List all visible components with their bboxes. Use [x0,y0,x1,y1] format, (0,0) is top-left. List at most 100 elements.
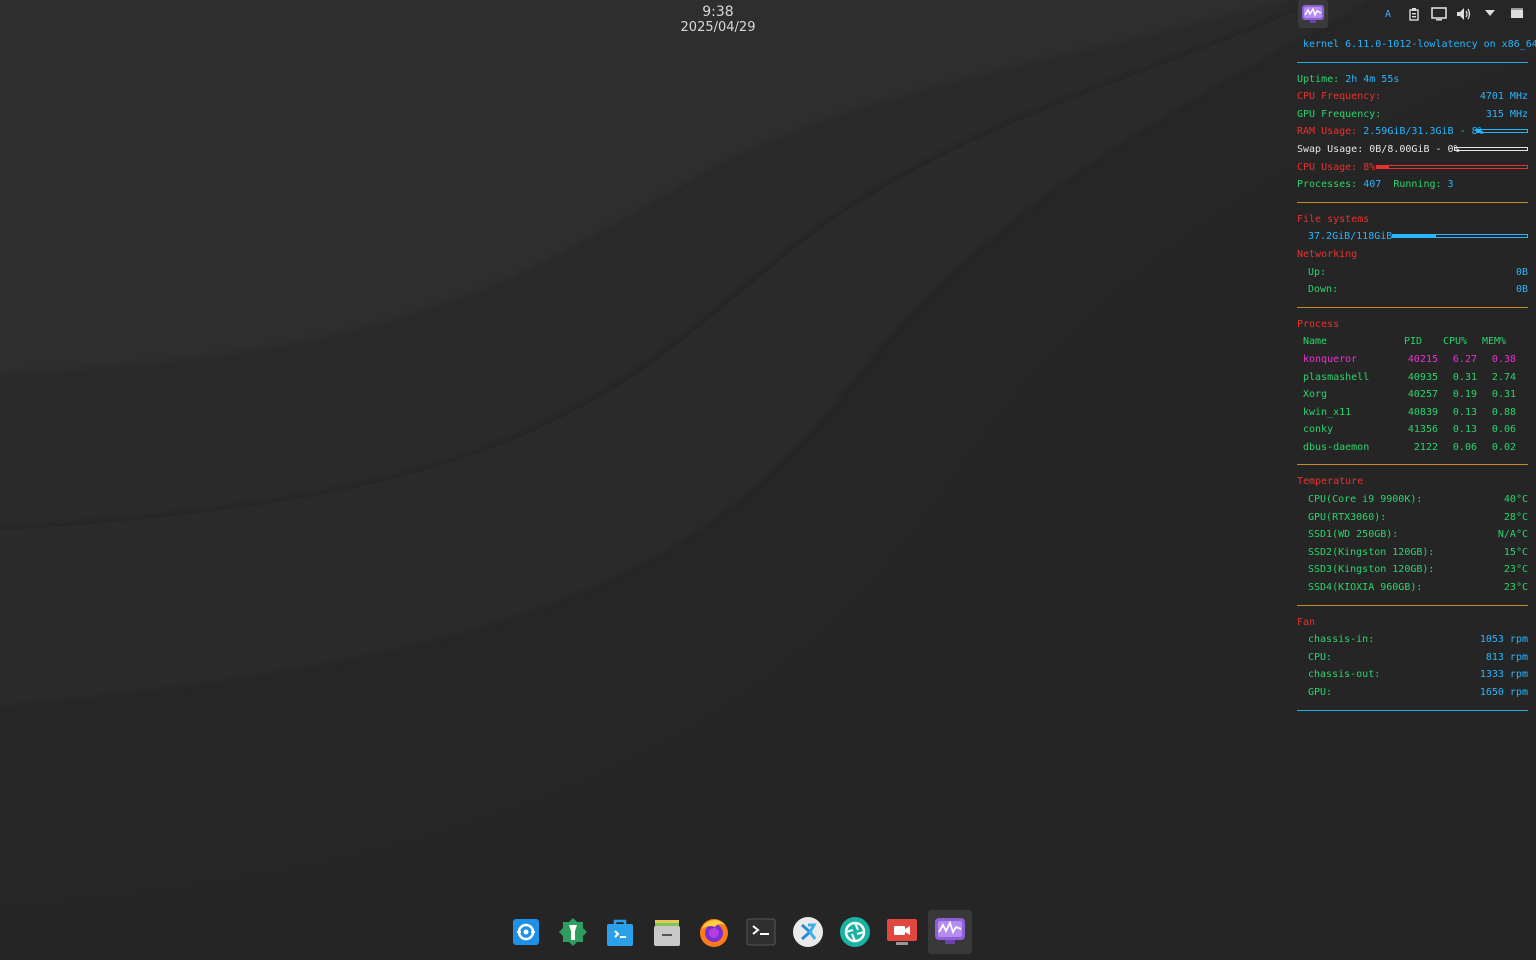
process-pid: 41356 [1407,424,1438,436]
process-name: conky [1303,424,1334,436]
process-mem: 0.02 [1491,441,1516,453]
process-cpu: 0.06 [1452,441,1477,453]
fan-row: GPU: 1650 rpm [1297,684,1528,702]
running-value: 3 [1447,179,1454,191]
separator [1297,604,1528,606]
process-pid: 40839 [1407,406,1438,418]
cpu-frequency-row: CPU Frequency: 4701 MHz [1297,88,1528,106]
dock-item-kdeconnect[interactable] [786,910,830,954]
gpu-frequency-row: GPU Frequency: 315 MHz [1297,106,1528,124]
network-up-row: Up: 0B [1297,264,1528,282]
process-pid: 40935 [1407,371,1438,383]
expand-arrow-icon[interactable] [1482,7,1498,23]
process-header-name: Name [1303,336,1328,348]
fan-title: Fan [1297,616,1316,628]
dock-item-system-monitor[interactable] [928,910,972,954]
process-mem: 0.88 [1491,406,1516,418]
screenshot-icon [840,917,870,947]
process-row: Xorg 40257 0.19 0.31 [1297,386,1528,404]
processes-label: Processes: [1297,179,1358,191]
temperature-label: SSD3(Kingston 120GB): [1308,564,1435,576]
dock-item-screenshot[interactable] [833,910,877,954]
temperature-label: SSD2(Kingston 120GB): [1308,546,1435,558]
dock-item-file-manager[interactable] [645,910,689,954]
temperature-label: SSD1(WD 250GB): [1308,529,1399,541]
cpu-usage-bar [1376,164,1528,169]
uptime-row: Uptime: 2h 4m 55s [1297,71,1528,89]
fan-row: chassis-out: 1333 rpm [1297,666,1528,684]
fan-label: CPU: [1308,651,1333,663]
terminal-icon [746,918,776,946]
system-tools-icon [559,918,587,946]
dock-item-settings[interactable] [504,910,548,954]
process-title: Process [1297,318,1340,330]
keyboard-layout-icon[interactable]: A [1380,7,1396,23]
filesystem-value: 37.2GiB/118GiB [1308,231,1393,243]
fan-row: chassis-in: 1053 rpm [1297,631,1528,649]
fan-label: chassis-in: [1308,634,1375,646]
swap-usage-row: Swap Usage: 0B/8.00GiB - 0% [1297,141,1528,159]
discover-store-icon [607,919,633,946]
temperature-row: CPU(Core i9 9900K): 40°C [1297,491,1528,509]
system-tray: A [1296,0,1536,30]
dock-item-discover[interactable] [598,910,642,954]
ram-usage-value: 2.59GiB/31.3GiB - 8% [1363,126,1484,138]
kdeconnect-icon [793,917,823,947]
temperature-row: SSD1(WD 250GB): N/A°C [1297,526,1528,544]
separator [1297,306,1528,308]
clipboard-icon[interactable] [1406,7,1422,23]
system-monitor-tray-button[interactable] [1298,0,1328,28]
process-header-mem: MEM% [1482,336,1507,348]
dock-item-screen-recorder[interactable] [880,910,924,954]
process-header-row: Name PID CPU% MEM% [1297,333,1528,351]
dock-item-system-tools[interactable] [551,910,595,954]
process-name: plasmashell [1303,371,1370,383]
gpu-frequency-value: 315 MHz [1485,108,1528,120]
system-monitor-icon [1302,5,1324,23]
process-name: kwin_x11 [1303,406,1352,418]
process-pid: 2122 [1413,441,1438,453]
process-cpu: 0.31 [1452,371,1477,383]
desktop-clock[interactable]: 9:38 2025/04/29 [668,4,768,35]
show-desktop-icon[interactable] [1509,7,1525,23]
temperature-value: 28°C [1503,511,1528,523]
process-cpu: 0.13 [1452,406,1477,418]
ram-usage-label: RAM Usage: [1297,126,1358,138]
process-mem: 2.74 [1491,371,1516,383]
firefox-icon [700,919,728,947]
uptime-label: Uptime: [1297,73,1340,85]
fan-value: 813 rpm [1485,651,1528,663]
display-icon[interactable] [1431,7,1447,23]
cpu-usage-row: CPU Usage: 8% [1297,159,1528,177]
ram-usage-row: RAM Usage: 2.59GiB/31.3GiB - 8% [1297,123,1528,141]
separator [1297,709,1528,711]
temperature-row: GPU(RTX3060): 28°C [1297,509,1528,527]
process-cpu: 6.27 [1452,353,1477,365]
swap-usage-value: 0B/8.00GiB - 0% [1369,143,1460,155]
uptime-value: 2h 4m 55s [1345,73,1400,85]
running-label: Running: [1393,179,1442,191]
temperature-title: Temperature [1297,476,1364,488]
process-mem: 0.38 [1491,353,1516,365]
network-down-row: Down: 0B [1297,281,1528,299]
process-row: conky 41356 0.13 0.06 [1297,421,1528,439]
filesystem-row: 37.2GiB/118GiB [1297,228,1528,246]
separator [1297,201,1528,203]
dock-item-firefox[interactable] [692,910,736,954]
filesystem-bar [1392,234,1528,239]
process-row: plasmashell 40935 0.31 2.74 [1297,369,1528,387]
process-name: Xorg [1303,389,1328,401]
process-mem: 0.06 [1491,424,1516,436]
process-row: kwin_x11 40839 0.13 0.88 [1297,404,1528,422]
temperature-value: 23°C [1503,582,1528,594]
gpu-frequency-label: GPU Frequency: [1297,108,1382,120]
conky-system-monitor: kernel 6.11.0-1012-lowlatency on x86_64 … [1297,36,1536,719]
network-down-value: 0B [1515,284,1528,296]
cpu-frequency-value: 4701 MHz [1479,91,1528,103]
swap-usage-label: Swap Usage: [1297,143,1364,155]
process-row: konqueror 40215 6.27 0.38 [1297,351,1528,369]
volume-icon[interactable] [1456,7,1472,23]
fan-label: chassis-out: [1308,669,1381,681]
dock-item-terminal[interactable] [739,910,783,954]
process-pid: 40215 [1407,353,1438,365]
